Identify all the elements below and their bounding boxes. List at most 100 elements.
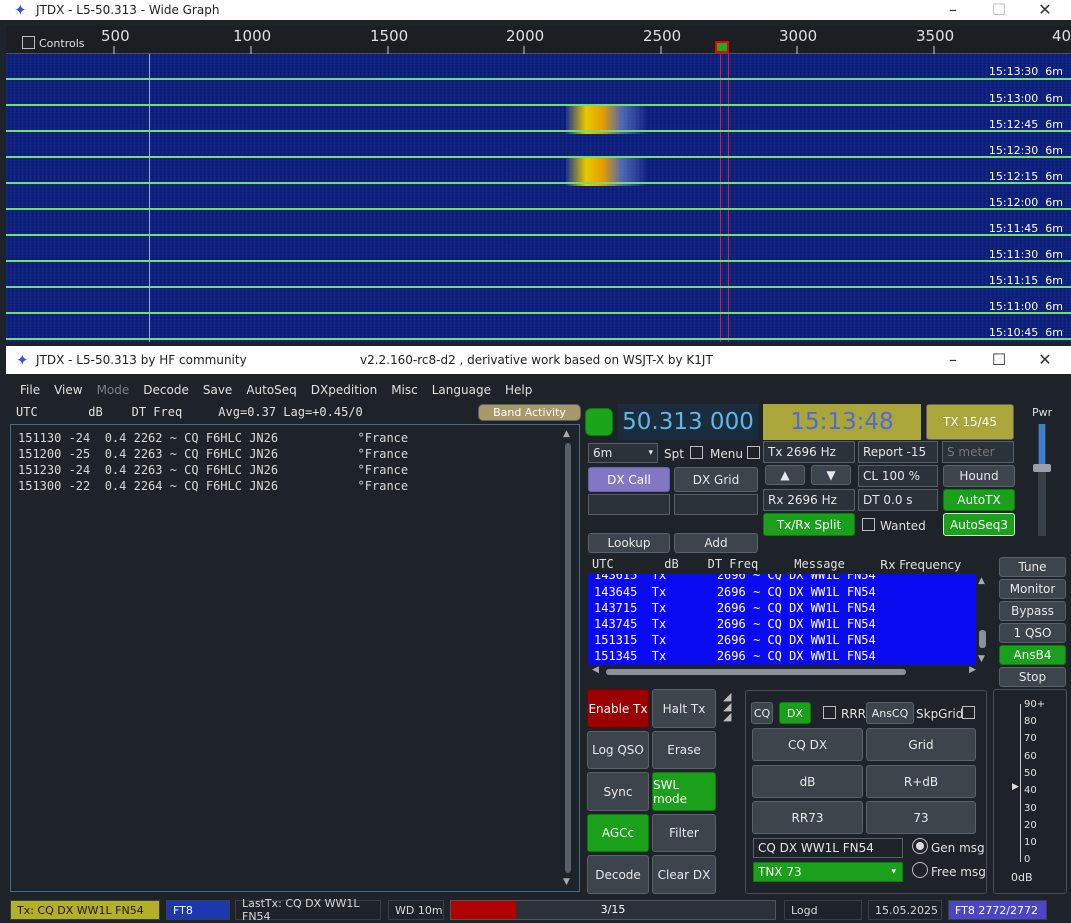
lookup-button[interactable]: Lookup (588, 533, 670, 553)
menu-checkbox[interactable] (747, 446, 760, 459)
scroll-up-icon[interactable]: ▲ (978, 576, 985, 586)
scroll-left-icon[interactable]: ◀ (592, 665, 599, 675)
swl-mode-button[interactable]: SWL mode (652, 772, 716, 811)
decode-button[interactable]: Decode (587, 855, 649, 894)
txrx-split-button[interactable]: Tx/Rx Split (763, 513, 855, 536)
rx-freq-spinbox[interactable]: Rx 2696 Hz (763, 489, 855, 511)
tx-freq-spinbox[interactable]: Tx 2696 Hz (763, 441, 855, 463)
log-qso-button[interactable]: Log QSO (587, 731, 649, 769)
menu-decode[interactable]: Decode (143, 383, 189, 397)
free-msg-select[interactable]: TNX 73 ▾ (753, 862, 903, 882)
band-line[interactable]: 151130 -24 0.4 2262 ~ CQ F6HLC JN26 °Fra… (18, 431, 408, 445)
close-icon[interactable]: ✕ (1022, 0, 1068, 20)
freq-up-button[interactable]: ▲ (765, 465, 805, 485)
dt-spinbox[interactable]: DT 0.0 s (858, 489, 938, 511)
cl-spinbox[interactable]: CL 100 % (858, 465, 938, 487)
band-line[interactable]: 151200 -25 0.4 2263 ~ CQ F6HLC JN26 °Fra… (18, 447, 408, 461)
spt-checkbox[interactable] (690, 446, 703, 459)
rx-line[interactable]: 143615 Tx 2696 ~ CQ DX WW1L FN54 (594, 574, 876, 582)
band-scrollbar[interactable]: ▲ ▼ (563, 429, 573, 887)
maximize-icon[interactable]: ☐ (976, 346, 1022, 374)
anscq-button[interactable]: AnsCQ (866, 702, 914, 724)
minimize-icon[interactable]: – (930, 0, 976, 20)
agcc-button[interactable]: AGCc (587, 814, 649, 852)
minimize-icon[interactable]: – (930, 346, 976, 374)
menu-save[interactable]: Save (203, 383, 232, 397)
band-select[interactable]: 6m ▾ (588, 443, 658, 463)
cq-toggle[interactable]: CQ (751, 702, 773, 724)
band-line[interactable]: 151230 -24 0.4 2263 ~ CQ F6HLC JN26 °Fra… (18, 463, 408, 477)
tab-arrows-icon[interactable]: ◢ ◢ ◢ (723, 691, 731, 722)
filter-button[interactable]: Filter (652, 814, 716, 852)
rx-hscrollbar[interactable]: ◀ ▶ (592, 665, 976, 678)
gen-msg-field[interactable]: CQ DX WW1L FN54 (753, 838, 903, 858)
one-qso-button[interactable]: 1 QSO (999, 623, 1066, 643)
rx-vscrollbar[interactable]: ▲ ▼ (977, 576, 989, 664)
sync-button[interactable]: Sync (587, 772, 649, 811)
skpgrid-checkbox[interactable] (962, 706, 975, 719)
menu-view[interactable]: View (54, 383, 82, 397)
menu-autoseq[interactable]: AutoSeq (246, 383, 296, 397)
band-activity-panel[interactable]: 151130 -24 0.4 2262 ~ CQ F6HLC JN26 °Fra… (10, 424, 580, 892)
seventy-three-button[interactable]: 73 (866, 801, 976, 834)
free-msg-radio[interactable] (912, 862, 928, 878)
rr73-button[interactable]: RR73 (752, 801, 863, 834)
scroll-down-icon[interactable]: ▼ (563, 877, 570, 887)
menu-file[interactable]: File (20, 383, 40, 397)
dx-call-field[interactable] (588, 494, 670, 515)
power-slider[interactable] (1033, 424, 1051, 536)
dx-grid-field[interactable] (674, 494, 758, 515)
tune-button[interactable]: Tune (999, 557, 1066, 577)
meter-tick: 50 (1024, 768, 1037, 779)
erase-button[interactable]: Erase (652, 731, 716, 769)
report-spinbox[interactable]: Report -15 (858, 441, 938, 463)
bypass-button[interactable]: Bypass (999, 601, 1066, 621)
scroll-down-icon[interactable]: ▼ (978, 654, 985, 664)
ansb4-button[interactable]: AnsB4 (999, 645, 1066, 665)
dx-call-button[interactable]: DX Call (588, 467, 670, 492)
db-button[interactable]: dB (752, 765, 863, 798)
rx-line[interactable]: 143645 Tx 2696 ~ CQ DX WW1L FN54 (594, 585, 876, 599)
close-icon[interactable]: ✕ (1022, 346, 1068, 374)
dx-toggle[interactable]: DX (779, 702, 811, 724)
menu-mode[interactable]: Mode (97, 383, 130, 397)
clear-dx-button[interactable]: Clear DX (652, 855, 716, 894)
rx-line[interactable]: 143745 Tx 2696 ~ CQ DX WW1L FN54 (594, 617, 876, 631)
menu-misc[interactable]: Misc (391, 383, 418, 397)
rx-line[interactable]: 143715 Tx 2696 ~ CQ DX WW1L FN54 (594, 601, 876, 615)
autotx-button[interactable]: AutoTX (943, 489, 1015, 511)
menu-help[interactable]: Help (505, 383, 532, 397)
gen-msg-radio[interactable] (912, 838, 928, 854)
autoseq3-button[interactable]: AutoSeq3 (943, 513, 1015, 536)
r-db-button[interactable]: R+dB (866, 765, 976, 798)
tx-period-button[interactable]: TX 15/45 (926, 404, 1014, 440)
rx-header: UTC dB DT Freq Message (592, 557, 845, 571)
power-slider-handle[interactable] (1033, 464, 1051, 472)
halt-tx-button[interactable]: Halt Tx (652, 689, 716, 728)
wanted-checkbox[interactable] (862, 518, 875, 531)
tx-marker[interactable] (715, 41, 729, 53)
scroll-up-icon[interactable]: ▲ (563, 429, 570, 439)
cq-dx-button[interactable]: CQ DX (752, 728, 863, 761)
freq-down-button[interactable]: ▼ (811, 465, 851, 485)
menu-dxpedition[interactable]: DXpedition (311, 383, 377, 397)
waterfall[interactable]: 15:13:30 6m 15:13:00 6m 15:12:45 6m 15:1… (6, 54, 1071, 342)
rx-line[interactable]: 151345 Tx 2696 ~ CQ DX WW1L FN54 (594, 649, 876, 663)
waterfall-time: 15:11:00 6m (988, 300, 1063, 313)
hound-button[interactable]: Hound (943, 465, 1015, 487)
smeter-field: S meter (942, 441, 1014, 463)
maximize-icon[interactable]: ☐ (976, 0, 1022, 20)
add-button[interactable]: Add (674, 533, 758, 553)
rrr-checkbox[interactable] (823, 706, 836, 719)
frequency-display[interactable]: 50.313 000 (618, 404, 758, 440)
monitor-button[interactable]: Monitor (999, 579, 1066, 599)
enable-tx-button[interactable]: Enable Tx (587, 689, 649, 728)
band-line[interactable]: 151300 -22 0.4 2264 ~ CQ F6HLC JN26 °Fra… (18, 479, 408, 493)
rx-line[interactable]: 151315 Tx 2696 ~ CQ DX WW1L FN54 (594, 633, 876, 647)
rx-frequency-panel[interactable]: 143615 Tx 2696 ~ CQ DX WW1L FN54 143645 … (588, 574, 976, 665)
menu-language[interactable]: Language (432, 383, 491, 397)
stop-button[interactable]: Stop (999, 667, 1066, 687)
grid-button[interactable]: Grid (866, 728, 976, 761)
dx-grid-button[interactable]: DX Grid (674, 467, 758, 492)
scroll-right-icon[interactable]: ▶ (969, 665, 976, 675)
